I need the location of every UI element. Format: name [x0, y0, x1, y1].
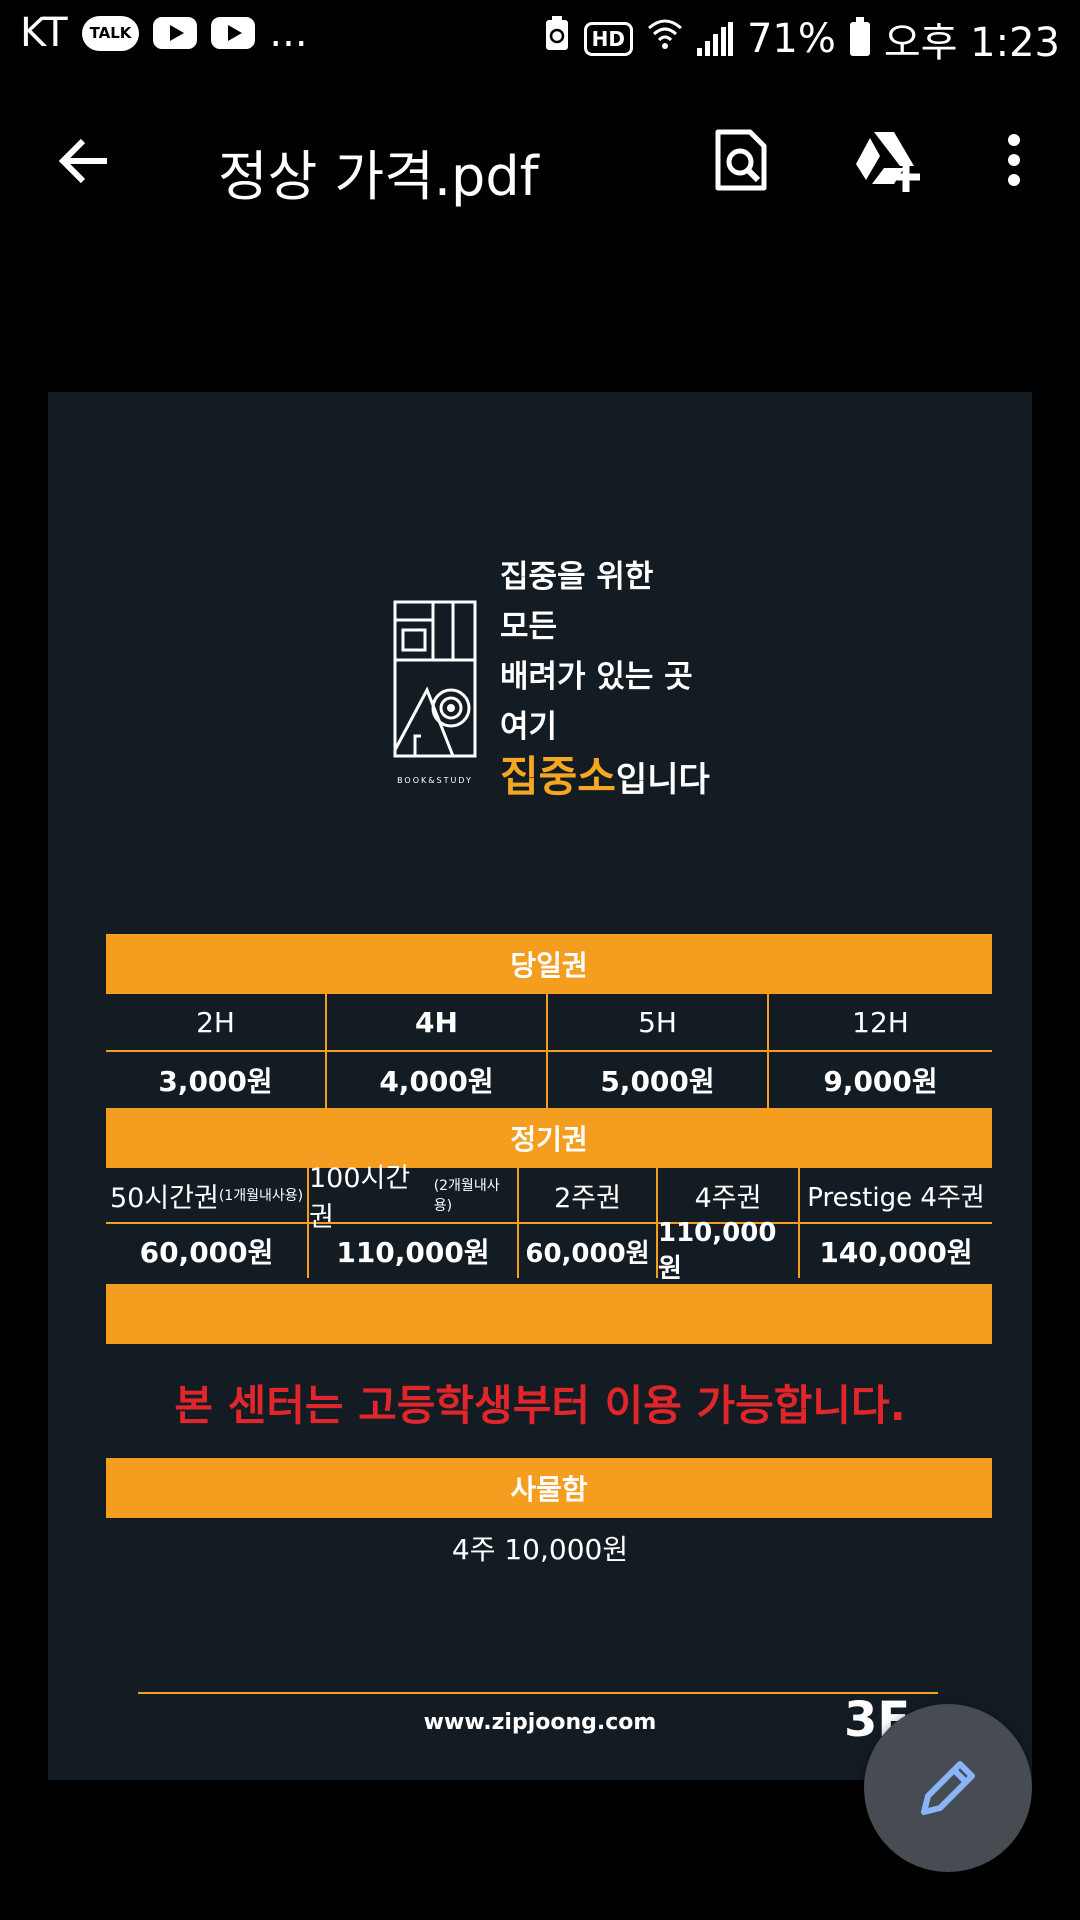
app-toolbar: 정상 가격.pdf: [0, 86, 1080, 226]
battery-icon: [849, 17, 870, 56]
brand-name: 집중소: [500, 752, 616, 801]
slogan-line: 배려가 있는 곳: [500, 659, 693, 695]
day-pass-header: 당일권: [106, 934, 992, 994]
regular-pass-price: 60,000원: [519, 1224, 658, 1278]
add-to-drive-button[interactable]: [848, 120, 928, 200]
slogan-tail: 입니다: [615, 760, 710, 800]
status-left: KT TALK ...: [20, 10, 308, 56]
drive-add-icon: [856, 132, 920, 192]
logo-caption: BOOK&STUDY: [397, 776, 473, 785]
signal-icon: [696, 22, 733, 56]
more-options-button[interactable]: [974, 120, 1054, 200]
regular-pass-name: Prestige 4주권: [800, 1168, 992, 1224]
regular-pass-name: 2주권: [519, 1168, 658, 1224]
wifi-icon: [647, 16, 683, 62]
regular-pass-price: 140,000원: [819, 1236, 973, 1269]
carrier-label: KT: [20, 10, 68, 56]
battery-percent: 71%: [746, 16, 836, 62]
zipjoongso-logo: BOOK&STUDY: [393, 600, 477, 790]
status-right: HD 71% 오후 1:23: [544, 10, 1060, 68]
document-search-icon: [715, 129, 767, 191]
age-notice: 본 센터는 고등학생부터 이용 가능합니다.: [174, 1381, 906, 1430]
regular-pass-price: 110,000원: [658, 1218, 800, 1284]
regular-pass-names: 50시간권 (1개월내사용) 100시간권 (2개월내사용) 2주권 4주권 Pre…: [106, 1163, 992, 1233]
arrow-left-icon: [58, 138, 107, 184]
slogan: 집중을 위한 모든 배려가 있는 곳 여기 집중소입니다: [500, 552, 710, 806]
regular-pass-prices: 60,000원 110,000원 60,000원 110,000원 140,00…: [106, 1218, 992, 1284]
day-pass-price: 9,000원: [823, 1065, 938, 1098]
regular-pass-price: 110,000원: [309, 1224, 519, 1278]
day-pass-price: 4,000원: [327, 1052, 548, 1108]
empty-band: [106, 1284, 992, 1344]
logo-mark-icon: [393, 600, 477, 758]
slogan-line: 여기: [500, 709, 558, 745]
regular-pass-price: 60,000원: [106, 1224, 309, 1278]
day-pass-durations: 2H 4H 5H 12H: [106, 994, 992, 1052]
regular-pass-name: 100시간권 (2개월내사용): [309, 1163, 519, 1233]
day-pass-prices: 3,000원 4,000원 5,000원 9,000원: [106, 1052, 992, 1108]
recycle-battery-icon: [544, 16, 570, 62]
slogan-line: 모든: [500, 609, 558, 645]
status-bar: KT TALK ... HD 71% 오후 1:23: [0, 0, 1080, 76]
locker-header: 사물함: [106, 1458, 992, 1518]
regular-pass-name: 4주권: [658, 1168, 800, 1224]
document-title: 정상 가격.pdf: [218, 145, 539, 208]
more-vert-icon: [1008, 134, 1020, 186]
footer-divider: [138, 1692, 938, 1694]
kakaotalk-icon: TALK: [81, 15, 140, 51]
locker-price: 4주 10,000원: [451, 1533, 629, 1566]
slogan-line: 집중을 위한: [500, 559, 654, 595]
slogan-last-line: 집중소입니다: [500, 752, 710, 806]
day-pass-price: 3,000원: [106, 1052, 327, 1108]
hd-voice-icon: HD: [583, 22, 633, 56]
day-pass-duration: 4H: [327, 994, 548, 1052]
regular-pass-name: 50시간권 (1개월내사용): [106, 1168, 309, 1224]
day-pass-duration: 2H: [106, 994, 327, 1052]
day-pass-duration: 5H: [548, 994, 769, 1052]
search-in-document-button[interactable]: [702, 120, 782, 200]
youtube-icon: [153, 17, 198, 49]
clock: 오후 1:23: [883, 20, 1060, 66]
pdf-page[interactable]: BOOK&STUDY 집중을 위한 모든 배려가 있는 곳 여기 집중소입니다 …: [48, 392, 1032, 1780]
edit-fab-button[interactable]: [864, 1704, 1032, 1872]
youtube-icon: [211, 17, 256, 49]
back-button[interactable]: [50, 126, 120, 196]
regular-pass-header: 정기권: [106, 1108, 992, 1168]
more-notifications: ...: [269, 10, 308, 56]
day-pass-duration: 12H: [769, 994, 992, 1052]
day-pass-price: 5,000원: [548, 1052, 769, 1108]
pencil-icon: [921, 1761, 975, 1815]
